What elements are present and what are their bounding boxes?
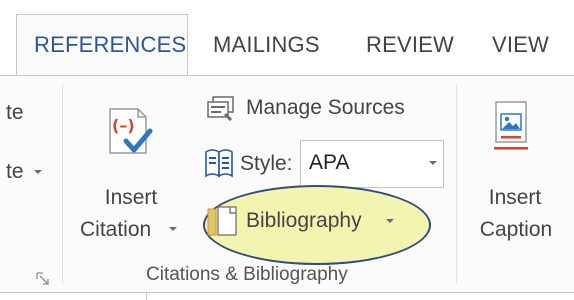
style-dropdown[interactable]: APA — [300, 140, 444, 188]
group-label-citations-bibliography: Citations & Bibliography — [146, 264, 348, 285]
bibliography-button[interactable]: Bibliography — [246, 209, 362, 233]
insert-caption-icon[interactable] — [492, 100, 532, 156]
style-dropdown-value: APA — [309, 151, 350, 174]
ribbon-tab-bar: REFERENCES MAILINGS REVIEW VIEW — [0, 0, 574, 76]
insert-citation-line1[interactable]: Insert — [86, 186, 176, 210]
tab-review[interactable]: REVIEW — [366, 32, 454, 58]
insert-caption-line2[interactable]: Caption — [466, 218, 566, 242]
group-separator — [62, 84, 63, 284]
style-label: Style: — [240, 152, 293, 175]
dialog-launcher-icon[interactable] — [36, 272, 50, 286]
svg-text:(–): (–) — [112, 116, 135, 135]
document-edge — [146, 293, 574, 300]
style-icon — [205, 149, 233, 178]
insert-citation-icon[interactable]: (–) — [100, 105, 158, 159]
partial-command-2[interactable]: te — [6, 160, 24, 184]
tab-mailings[interactable]: MAILINGS — [213, 32, 320, 58]
tab-view[interactable]: VIEW — [492, 32, 549, 58]
bibliography-icon[interactable] — [206, 203, 240, 239]
partial-command-1[interactable]: te — [6, 101, 24, 125]
manage-sources-icon[interactable] — [204, 95, 238, 123]
chevron-down-icon[interactable] — [169, 227, 177, 231]
insert-caption-line1[interactable]: Insert — [470, 186, 560, 210]
group-separator — [456, 84, 457, 284]
manage-sources-button[interactable]: Manage Sources — [246, 96, 405, 120]
insert-citation-line2[interactable]: Citation — [80, 218, 151, 242]
chevron-down-icon[interactable] — [386, 219, 394, 223]
chevron-down-icon[interactable] — [429, 161, 437, 165]
tab-references[interactable]: REFERENCES — [34, 32, 186, 58]
chevron-down-icon[interactable] — [34, 170, 42, 174]
